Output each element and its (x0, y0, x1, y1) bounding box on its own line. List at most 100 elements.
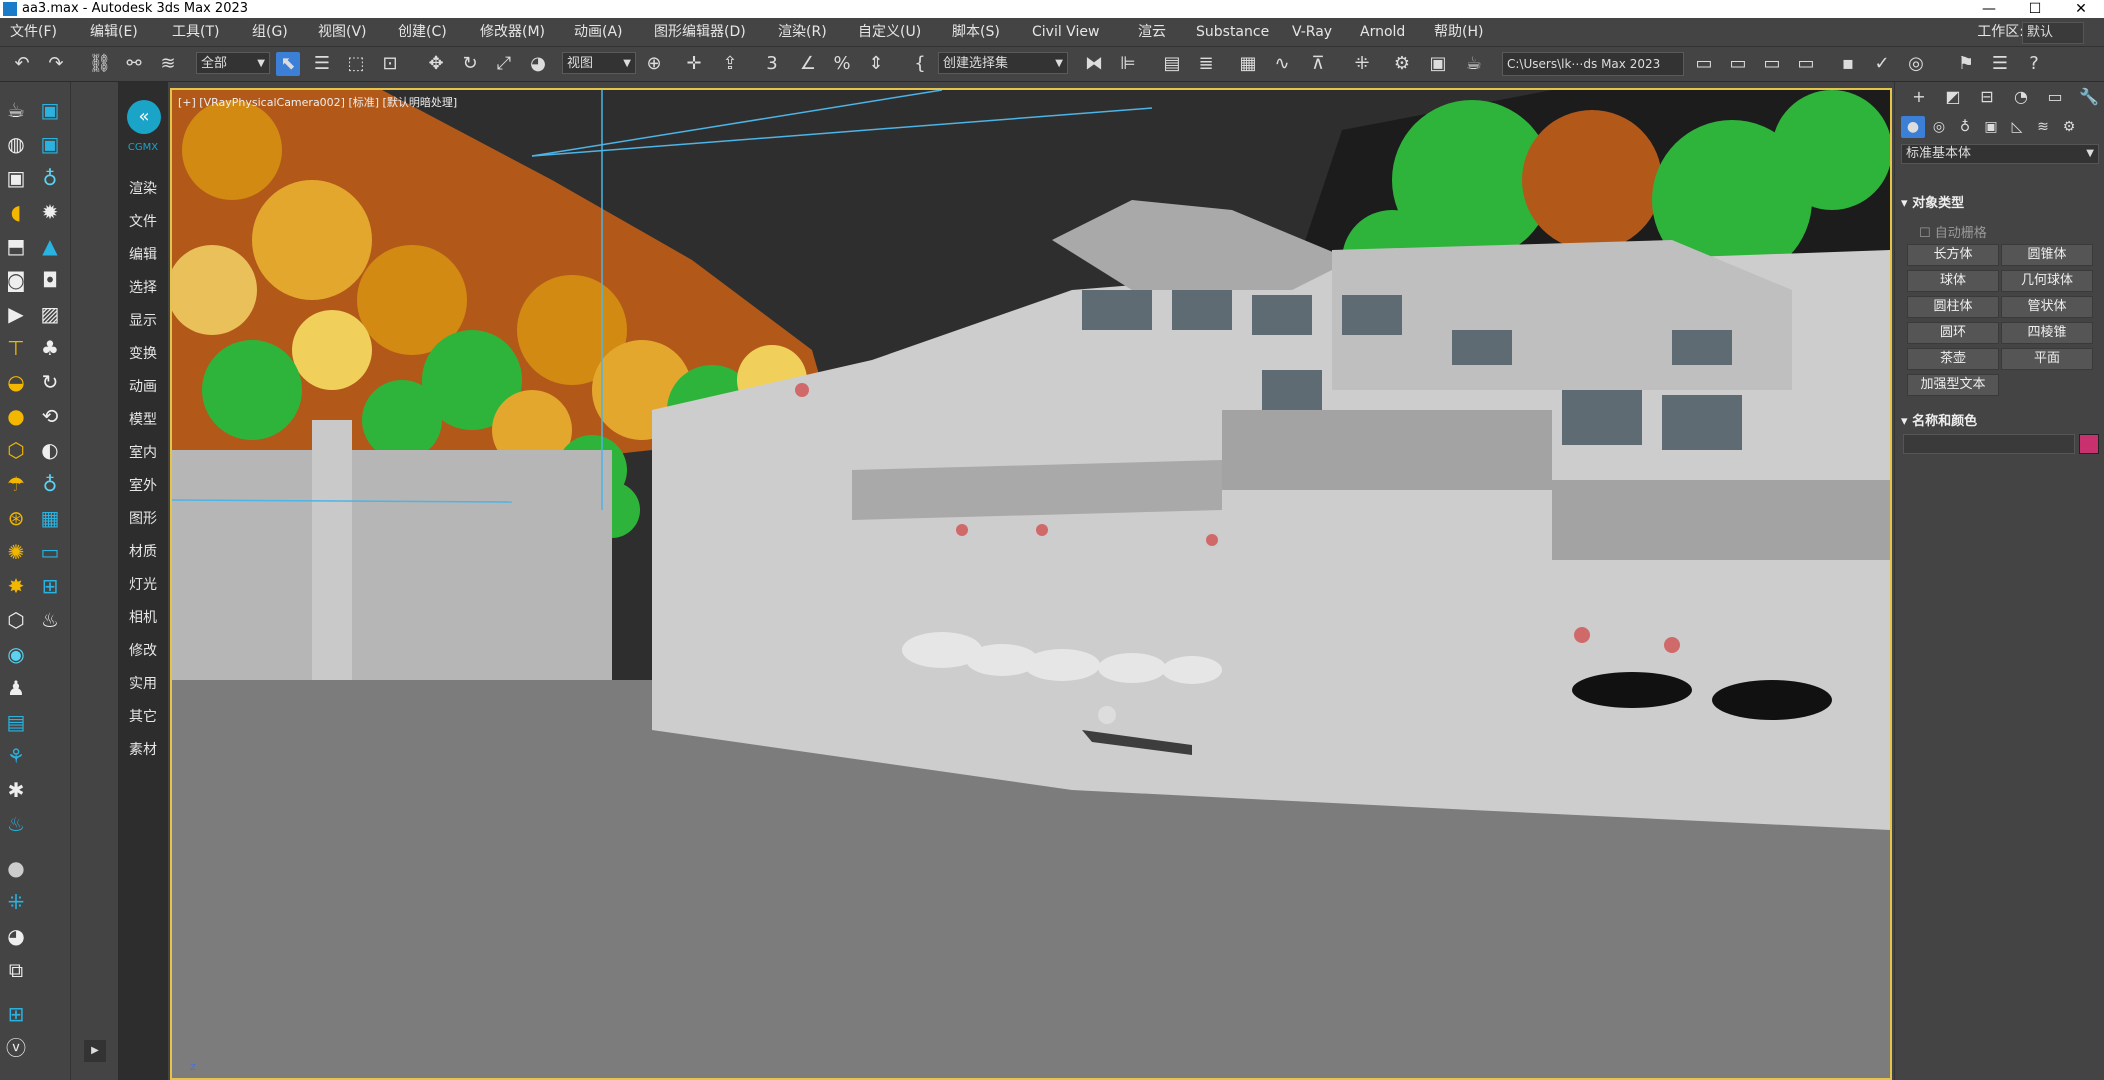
render-setup-icon[interactable]: ⚙ (1390, 52, 1414, 76)
select-by-name-icon[interactable]: ☰ (310, 52, 334, 76)
lights-icon[interactable]: ♁ (1953, 116, 1977, 138)
cmd-lights[interactable]: 灯光 (118, 574, 168, 594)
panel-icon[interactable]: ▦ (36, 504, 64, 532)
teapot-button[interactable]: 茶壶 (1907, 348, 1999, 370)
cylinder-icon[interactable]: ◘ (36, 266, 64, 294)
sequence-icon[interactable]: ⧉ (2, 956, 30, 984)
wave-icon[interactable]: ◉ (2, 640, 30, 668)
schematic-view-icon[interactable]: ⊼ (1306, 52, 1330, 76)
menu-substance[interactable]: Substance (1196, 18, 1269, 46)
umbrella-icon[interactable]: ☂ (2, 470, 30, 498)
cmd-material[interactable]: 材质 (118, 541, 168, 561)
document-icon[interactable]: ▤ (2, 708, 30, 736)
keyboard-shortcut-toggle-icon[interactable]: ⇪ (718, 52, 742, 76)
cgmx-logo-icon[interactable]: « (127, 100, 161, 134)
project-folder-path[interactable]: C:\Users\lk⋯ds Max 2023 (1502, 52, 1684, 76)
cone-button[interactable]: 圆锥体 (2001, 244, 2093, 266)
cmd-modify[interactable]: 修改 (118, 640, 168, 660)
cmd-interior[interactable]: 室内 (118, 442, 168, 462)
pot-icon[interactable]: ♨ (36, 606, 64, 634)
mirror-icon[interactable]: ⧓ (1082, 52, 1106, 76)
display-tab-icon[interactable]: ▭ (2043, 86, 2067, 108)
cmd-render[interactable]: 渲染 (118, 178, 168, 198)
undo-icon[interactable]: ↶ (10, 52, 34, 76)
close-button[interactable]: ✕ (2058, 0, 2104, 18)
help-icon[interactable]: ? (2022, 52, 2046, 76)
sphere-icon[interactable]: ● (2, 402, 30, 430)
cmd-display[interactable]: 显示 (118, 310, 168, 330)
cmd-select[interactable]: 选择 (118, 277, 168, 297)
unlink-icon[interactable]: ⚯ (122, 52, 146, 76)
cube-icon[interactable]: ⬒ (2, 232, 30, 260)
save-icon[interactable]: ▪ (1836, 52, 1860, 76)
box-3d-icon[interactable]: ⬡ (2, 606, 30, 634)
people-icon[interactable]: ⚑ (1954, 52, 1978, 76)
open-file-icon[interactable]: ▭ (1692, 52, 1716, 76)
curve-editor-icon[interactable]: ∿ (1270, 52, 1294, 76)
cmd-edit[interactable]: 编辑 (118, 244, 168, 264)
layer-explorer-icon[interactable]: ▤ (1160, 52, 1184, 76)
layers-icon[interactable]: ≣ (1194, 52, 1218, 76)
half-sphere-icon[interactable]: ◒ (2, 368, 30, 396)
asset-tracking-icon[interactable]: ▭ (1760, 52, 1784, 76)
scale-icon[interactable]: ⤢ (492, 52, 516, 76)
tube-button[interactable]: 管状体 (2001, 296, 2093, 318)
name-color-rollout-title[interactable]: ▾ 名称和颜色 (1901, 410, 2099, 429)
camera-viewport[interactable]: [+] [VRayPhysicalCamera002] [标准] [默认明暗处理… (170, 88, 1892, 1080)
film-camera-icon[interactable]: ◙ (2, 266, 30, 294)
minimize-button[interactable]: — (1966, 0, 2012, 18)
named-selection-dropdown[interactable]: 创建选择集 ▼ (938, 52, 1068, 74)
window-crossing-icon[interactable]: ⊡ (378, 52, 402, 76)
menu-scripting[interactable]: 脚本(S) (952, 18, 1000, 46)
scene-explorer-icon[interactable]: ▭ (1726, 52, 1750, 76)
menu-group[interactable]: 组(G) (252, 18, 288, 46)
bulb-icon[interactable]: ♁ (36, 470, 64, 498)
grid-icon[interactable]: ⊞ (36, 572, 64, 600)
primitive-category-dropdown[interactable]: 标准基本体 ▼ (1901, 144, 2099, 164)
cameras-icon[interactable]: ▣ (1979, 116, 2003, 138)
helpers-icon[interactable]: ◺ (2005, 116, 2029, 138)
auto-grid-checkbox[interactable]: ☐ 自动栅格 (1919, 222, 1987, 241)
menu-help[interactable]: 帮助(H) (1434, 18, 1483, 46)
rendered-frame-window-icon[interactable]: ▣ (1426, 52, 1450, 76)
object-type-rollout-title[interactable]: ▾ 对象类型 (1901, 192, 2099, 211)
bind-space-warp-icon[interactable]: ≋ (156, 52, 180, 76)
percent-snap-icon[interactable]: % (830, 52, 854, 76)
tree-icon[interactable]: ♣ (36, 334, 64, 362)
motion-tab-icon[interactable]: ◔ (2009, 86, 2033, 108)
menu-tools[interactable]: 工具(T) (172, 18, 219, 46)
material-editor-icon[interactable]: ⁜ (1350, 52, 1374, 76)
menu-views[interactable]: 视图(V) (318, 18, 367, 46)
move-icon[interactable]: ✥ (424, 52, 448, 76)
cylinder-button[interactable]: 圆柱体 (1907, 296, 1999, 318)
cmd-other[interactable]: 其它 (118, 706, 168, 726)
cmd-file[interactable]: 文件 (118, 211, 168, 231)
cmd-transform[interactable]: 变换 (118, 343, 168, 363)
menu-vray[interactable]: V-Ray (1292, 18, 1332, 46)
link-icon[interactable]: ⛓ (88, 52, 112, 76)
render-icon[interactable]: ◕ (2, 922, 30, 950)
box-icon[interactable]: ▣ (2, 164, 30, 192)
menu-civil-view[interactable]: Civil View (1032, 18, 1099, 46)
video-camera-icon[interactable]: ▶ (2, 300, 30, 328)
expand-arrow-icon[interactable]: ▶ (84, 1040, 106, 1062)
maximize-button[interactable]: ☐ (2012, 0, 2058, 18)
cmd-assets[interactable]: 素材 (118, 739, 168, 759)
reference-coord-dropdown[interactable]: 视图 ▼ (562, 52, 636, 74)
sun-rays-icon[interactable]: ✸ (2, 572, 30, 600)
menu-arnold[interactable]: Arnold (1360, 18, 1405, 46)
refresh-icon[interactable]: ↻ (36, 368, 64, 396)
cmd-shapes[interactable]: 图形 (118, 508, 168, 528)
render-teapot-icon[interactable]: ☕ (1462, 52, 1486, 76)
ribbon-toggle-icon[interactable]: ▦ (1236, 52, 1260, 76)
hammer-icon[interactable]: ⊤ (2, 334, 30, 362)
fire-icon[interactable]: ♨ (2, 810, 30, 838)
cmd-model[interactable]: 模型 (118, 409, 168, 429)
sphere-button[interactable]: 球体 (1907, 270, 1999, 292)
camera-icon[interactable]: ▣ (36, 96, 64, 124)
material-grid-icon[interactable]: ⁜ (2, 888, 30, 916)
material-ball-icon[interactable]: ● (2, 854, 30, 882)
menu-modifiers[interactable]: 修改器(M) (480, 18, 545, 46)
cmd-exterior[interactable]: 室外 (118, 475, 168, 495)
list-icon[interactable]: ☰ (1988, 52, 2012, 76)
